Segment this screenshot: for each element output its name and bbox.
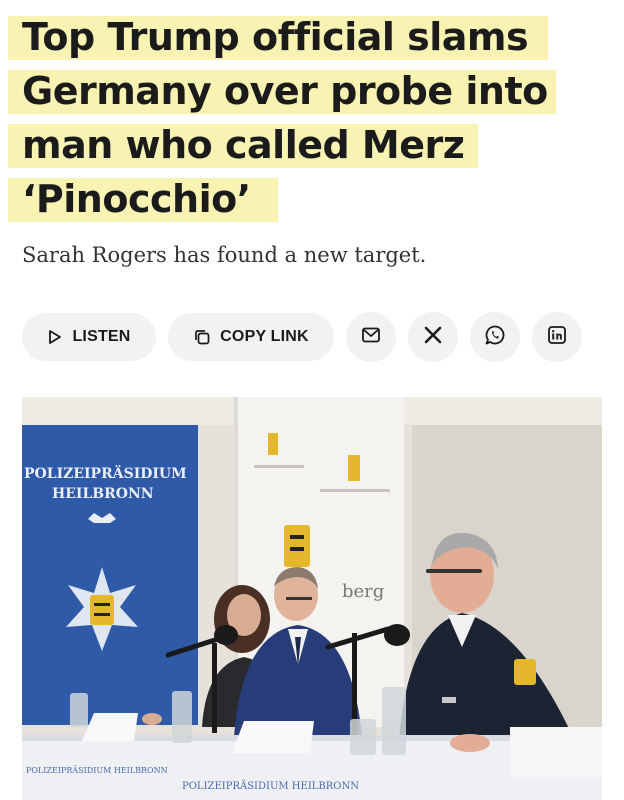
tablecloth-text: POLIZEIPRÄSIDIUM HEILBRONN [26, 766, 168, 775]
whatsapp-share-button[interactable] [470, 312, 520, 362]
whatsapp-icon [484, 324, 506, 351]
banner-right-text: berg [342, 581, 384, 602]
email-share-button[interactable] [346, 312, 396, 362]
article-dek: Sarah Rogers has found a new target. [22, 243, 427, 267]
article-headline: Top Trump official slams Germany over pr… [8, 10, 612, 226]
linkedin-icon [547, 325, 567, 350]
copy-link-button[interactable]: COPY LINK [168, 313, 334, 361]
article-hero-photo: berg POLIZEIPRÄSIDIUM HEILBRONN POLIZEIP… [22, 397, 602, 800]
headline-line: Germany over probe into [8, 64, 612, 118]
banner-left-line2: HEILBRONN [52, 486, 154, 502]
headline-line: man who called Merz [8, 118, 612, 172]
tablecloth-text: POLIZEIPRÄSIDIUM HEILBRONN [182, 780, 359, 792]
banner-left-line1: POLIZEIPRÄSIDIUM [24, 463, 187, 482]
listen-label: LISTEN [72, 328, 131, 345]
copy-link-label: COPY LINK [220, 328, 309, 345]
x-icon [423, 325, 443, 350]
play-icon [47, 329, 63, 345]
mail-icon [361, 326, 381, 349]
linkedin-share-button[interactable] [532, 312, 582, 362]
copy-icon [193, 328, 211, 346]
listen-button[interactable]: LISTEN [22, 313, 156, 361]
headline-line: Top Trump official slams [8, 10, 612, 64]
headline-line: ‘Pinocchio’ [8, 172, 612, 226]
x-share-button[interactable] [408, 312, 458, 362]
share-toolbar: LISTEN COPY LINK [22, 312, 582, 362]
